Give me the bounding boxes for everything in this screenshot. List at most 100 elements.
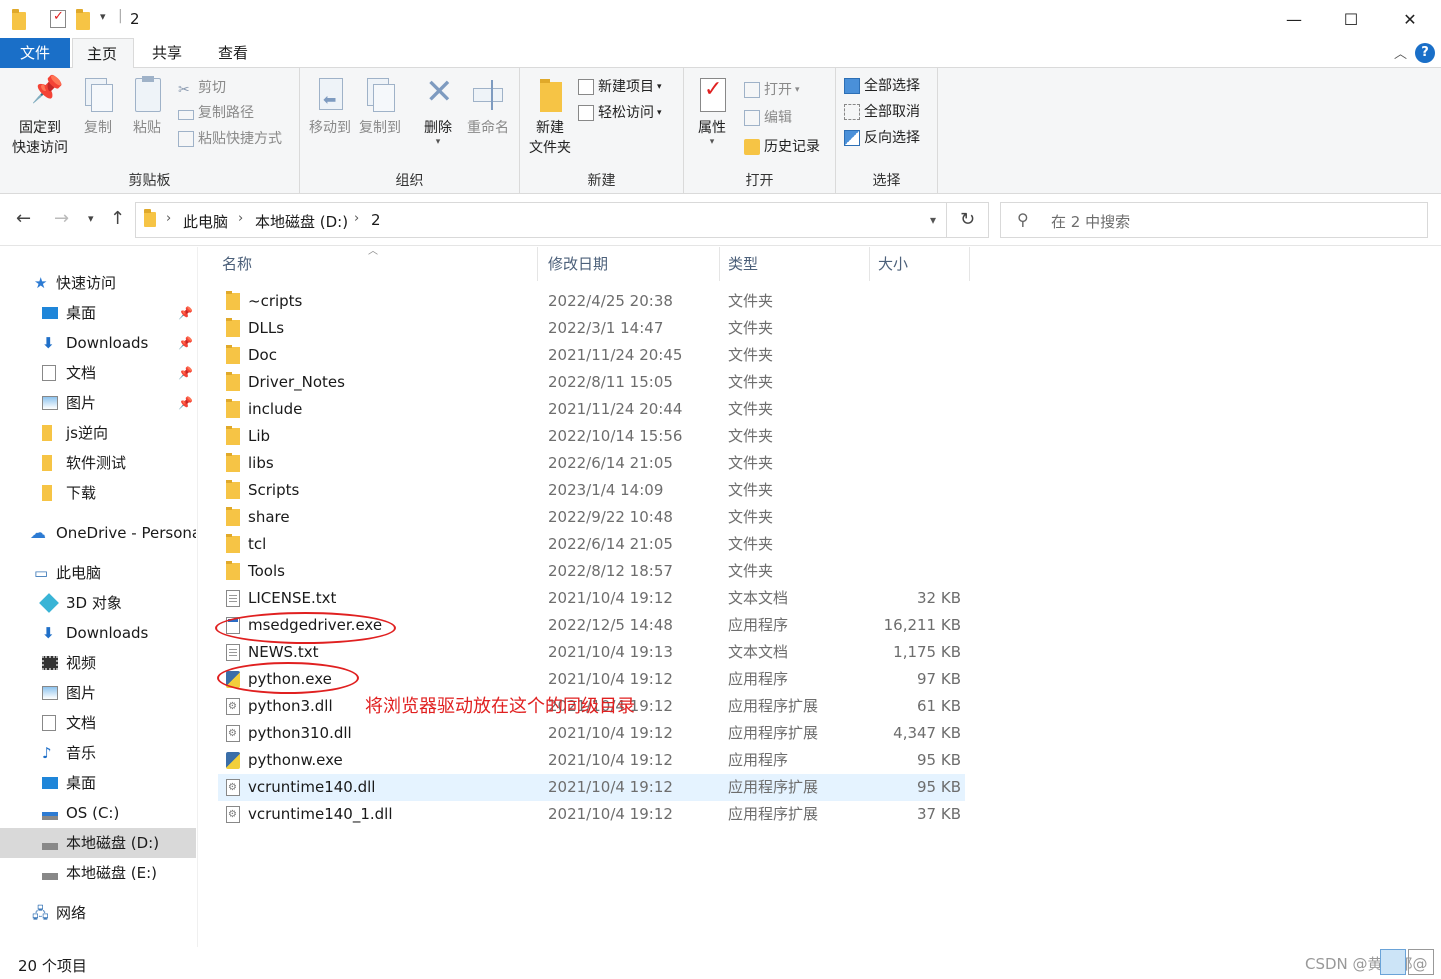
column-header-name[interactable]: 名称 ︿ [214, 246, 538, 281]
breadcrumb-this-pc[interactable]: 此电脑 [183, 211, 228, 232]
table-row[interactable]: Scripts 2023/1/4 14:09 文件夹 [218, 477, 965, 504]
file-date: 2023/1/4 14:09 [548, 481, 664, 499]
new-folder-button[interactable]: 新建 文件夹 [524, 76, 576, 158]
table-row[interactable]: Driver_Notes 2022/8/11 15:05 文件夹 [218, 369, 965, 396]
collapse-ribbon-icon[interactable]: ︿ [1394, 43, 1407, 62]
sidebar-item-quick-3[interactable]: 图片 📌 [0, 388, 196, 418]
sidebar-item-quick-2[interactable]: 文档 📌 [0, 358, 196, 388]
sidebar-item-quick-6[interactable]: 下载 [0, 478, 196, 508]
new-folder-icon[interactable] [76, 9, 90, 30]
sidebar-item-pc-7[interactable]: OS (C:) [0, 798, 196, 828]
table-row[interactable]: include 2021/11/24 20:44 文件夹 [218, 396, 965, 423]
history-button[interactable]: 历史记录 [744, 137, 820, 157]
select-all-button[interactable]: 全部选择 [844, 76, 920, 96]
sidebar-item-quick-0[interactable]: 桌面 📌 [0, 298, 196, 328]
sidebar-item-pc-0[interactable]: 3D 对象 [0, 588, 196, 618]
large-icons-view-button[interactable] [1408, 949, 1434, 975]
tab-share[interactable]: 共享 [138, 38, 196, 68]
sidebar-item-quick-5[interactable]: 软件测试 [0, 448, 196, 478]
address-bar[interactable]: › 此电脑 › 本地磁盘 (D:) › 2 ▾ [135, 202, 947, 238]
desktop-icon [42, 298, 58, 328]
sidebar-item-quick-4[interactable]: js逆向 [0, 418, 196, 448]
sidebar-item-onedrive[interactable]: ☁ OneDrive - Persona [0, 518, 196, 548]
column-header-date[interactable]: 修改日期 [540, 247, 720, 281]
paste-button[interactable]: 粘贴 [126, 76, 168, 138]
up-arrow-icon[interactable]: ↑ [110, 208, 125, 229]
file-type: 文本文档 [728, 589, 789, 607]
forward-arrow-icon[interactable]: → [54, 208, 69, 229]
tab-view[interactable]: 查看 [204, 38, 262, 68]
table-row[interactable]: share 2022/9/22 10:48 文件夹 [218, 504, 965, 531]
cut-button[interactable]: ✂ 剪切 [178, 78, 226, 98]
sidebar-item-pc-2[interactable]: 视频 [0, 648, 196, 678]
help-button[interactable]: ? [1415, 43, 1435, 63]
address-history-chevron-icon[interactable]: ▾ [930, 213, 936, 227]
properties-button[interactable]: ✓ 属性 ▾ [690, 76, 734, 147]
table-row[interactable]: Tools 2022/8/12 18:57 文件夹 [218, 558, 965, 585]
table-row[interactable]: tcl 2022/6/14 21:05 文件夹 [218, 531, 965, 558]
customize-toolbar-icon[interactable]: ▾ [100, 10, 106, 23]
minimize-button[interactable]: — [1265, 0, 1323, 38]
table-row[interactable]: Doc 2021/11/24 20:45 文件夹 [218, 342, 965, 369]
table-row[interactable]: vcruntime140_1.dll 2021/10/4 19:12 应用程序扩展 3… [218, 801, 965, 828]
sidebar-item-pc-6[interactable]: 桌面 [0, 768, 196, 798]
properties-check-icon[interactable]: ✓ [50, 9, 66, 28]
sidebar-item-this-pc[interactable]: ▭ 此电脑 [0, 558, 196, 588]
sidebar-item-quick-1[interactable]: ⬇ Downloads 📌 [0, 328, 196, 358]
delete-dropdown-icon[interactable]: ▾ [418, 138, 458, 147]
table-row[interactable]: ~cripts 2022/4/25 20:38 文件夹 [218, 288, 965, 315]
table-row[interactable]: Lib 2022/10/14 15:56 文件夹 [218, 423, 965, 450]
select-none-button[interactable]: 全部取消 [844, 102, 920, 122]
sidebar-item-pc-8[interactable]: 本地磁盘 (D:) [0, 828, 196, 858]
table-row[interactable]: python310.dll 2021/10/4 19:12 应用程序扩展 4,347 … [218, 720, 965, 747]
copy-button[interactable]: 复制 [78, 76, 118, 138]
sidebar-item-pc-1[interactable]: ⬇ Downloads [0, 618, 196, 648]
sidebar-item-pc-5[interactable]: ♪ 音乐 [0, 738, 196, 768]
invert-selection-button[interactable]: 反向选择 [844, 128, 920, 148]
dll-icon [226, 693, 240, 720]
search-box[interactable]: ⚲ 在 2 中搜索 [1000, 202, 1428, 238]
folder-icon [226, 399, 240, 418]
pin-icon[interactable]: 📌 [178, 298, 193, 328]
breadcrumb-drive-d[interactable]: 本地磁盘 (D:) [255, 211, 348, 232]
pin-icon[interactable]: 📌 [178, 358, 193, 388]
column-header-type[interactable]: 类型 [720, 247, 870, 281]
properties-dropdown-icon[interactable]: ▾ [690, 138, 734, 147]
paste-shortcut-button[interactable]: 粘贴快捷方式 [178, 129, 282, 149]
pin-quick-access-button[interactable]: 📌 固定到 快速访问 [8, 76, 72, 158]
sidebar-item-quick-access[interactable]: ★ 快速访问 [0, 268, 196, 298]
back-arrow-icon[interactable]: ← [16, 208, 31, 229]
breadcrumb-separator-icon[interactable]: › [166, 211, 171, 226]
delete-button[interactable]: ✕ 删除 ▾ [418, 72, 458, 147]
copy-path-button[interactable]: 复制路径 [178, 103, 254, 123]
table-row[interactable]: DLLs 2022/3/1 14:47 文件夹 [218, 315, 965, 342]
sidebar-item-pc-3[interactable]: 图片 [0, 678, 196, 708]
breadcrumb-separator-icon[interactable]: › [238, 211, 243, 226]
copy-to-button[interactable]: 复制到 [356, 76, 404, 138]
close-button[interactable]: ✕ [1381, 0, 1439, 38]
details-view-button[interactable] [1380, 949, 1406, 975]
sidebar-item-network[interactable]: 🖧 网络 [0, 898, 196, 928]
breadcrumb-separator-icon[interactable]: › [354, 211, 359, 226]
table-row[interactable]: pythonw.exe 2021/10/4 19:12 应用程序 95 KB [218, 747, 965, 774]
new-item-button[interactable]: 新建项目 ▾ [578, 77, 662, 97]
recent-locations-chevron-icon[interactable]: ▾ [88, 212, 94, 225]
sidebar-item-pc-9[interactable]: 本地磁盘 (E:) [0, 858, 196, 888]
easy-access-button[interactable]: 轻松访问 ▾ [578, 103, 662, 123]
maximize-button[interactable]: ☐ [1322, 0, 1380, 38]
tab-home[interactable]: 主页 [72, 38, 134, 69]
sidebar-item-pc-4[interactable]: 文档 [0, 708, 196, 738]
table-row[interactable]: vcruntime140.dll 2021/10/4 19:12 应用程序扩展 95 … [218, 774, 965, 801]
table-row[interactable]: libs 2022/6/14 21:05 文件夹 [218, 450, 965, 477]
open-button[interactable]: 打开 ▾ [744, 80, 800, 100]
refresh-button[interactable]: ↻ [947, 202, 989, 238]
edit-button[interactable]: 编辑 [744, 108, 792, 128]
column-header-size[interactable]: 大小 [870, 247, 970, 281]
tab-file[interactable]: 文件 [0, 38, 70, 68]
move-to-button[interactable]: ⬅ 移动到 [306, 76, 354, 138]
pin-icon[interactable]: 📌 [178, 328, 193, 358]
rename-button[interactable]: 重命名 [464, 76, 512, 138]
breadcrumb-folder-2[interactable]: 2 [371, 211, 381, 229]
table-row[interactable]: LICENSE.txt 2021/10/4 19:12 文本文档 32 KB [218, 585, 965, 612]
pin-icon[interactable]: 📌 [178, 388, 193, 418]
